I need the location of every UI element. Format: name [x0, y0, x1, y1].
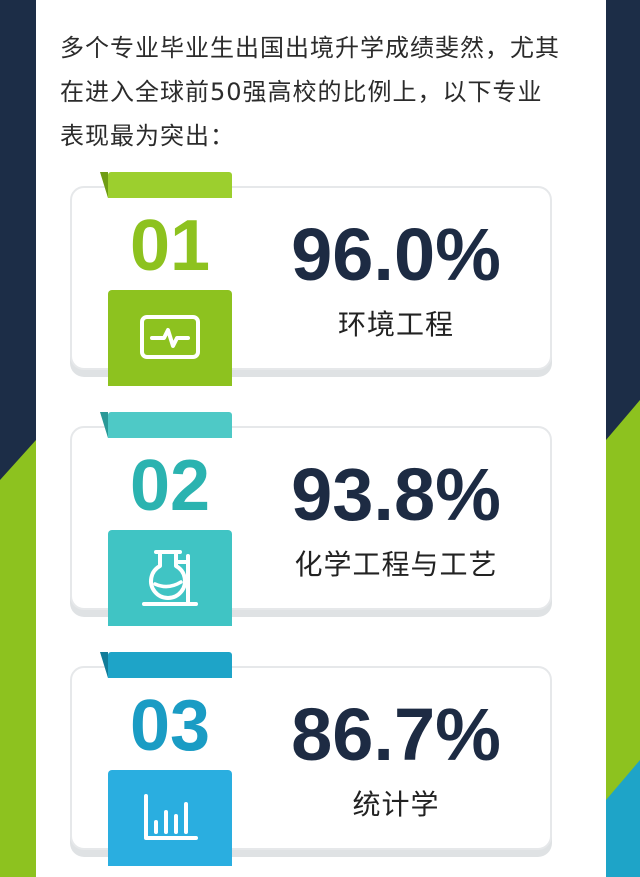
major-name: 环境工程	[337, 308, 454, 341]
major-name: 统计学	[352, 788, 440, 821]
bar-chart-icon	[144, 794, 198, 840]
icon-box	[108, 770, 232, 866]
percent-value: 93.8%	[291, 453, 501, 536]
major-card-1: 01 96.0% 环境工程	[70, 172, 554, 386]
rank-number: 02	[129, 446, 211, 526]
icon-box	[108, 290, 232, 386]
percent-value: 86.7%	[291, 693, 501, 776]
card-tab	[100, 172, 232, 198]
flask-icon	[142, 550, 198, 606]
icon-box	[108, 530, 232, 626]
rank-number: 03	[129, 686, 211, 766]
major-card-2: 02 93.8% 化学工程与工艺	[70, 412, 554, 626]
major-card-3: 03 86.7% 统计学	[70, 652, 554, 866]
percent-value: 96.0%	[291, 213, 501, 296]
rank-number: 01	[129, 206, 211, 286]
intro-text: 多个专业毕业生出国出境升学成绩斐然，尤其在进入全球前50强高校的比例上，以下专业…	[60, 34, 560, 150]
pulse-monitor-icon	[140, 315, 200, 359]
card-tab	[100, 652, 232, 678]
card-tab	[100, 412, 232, 438]
major-name: 化学工程与工艺	[294, 548, 498, 581]
